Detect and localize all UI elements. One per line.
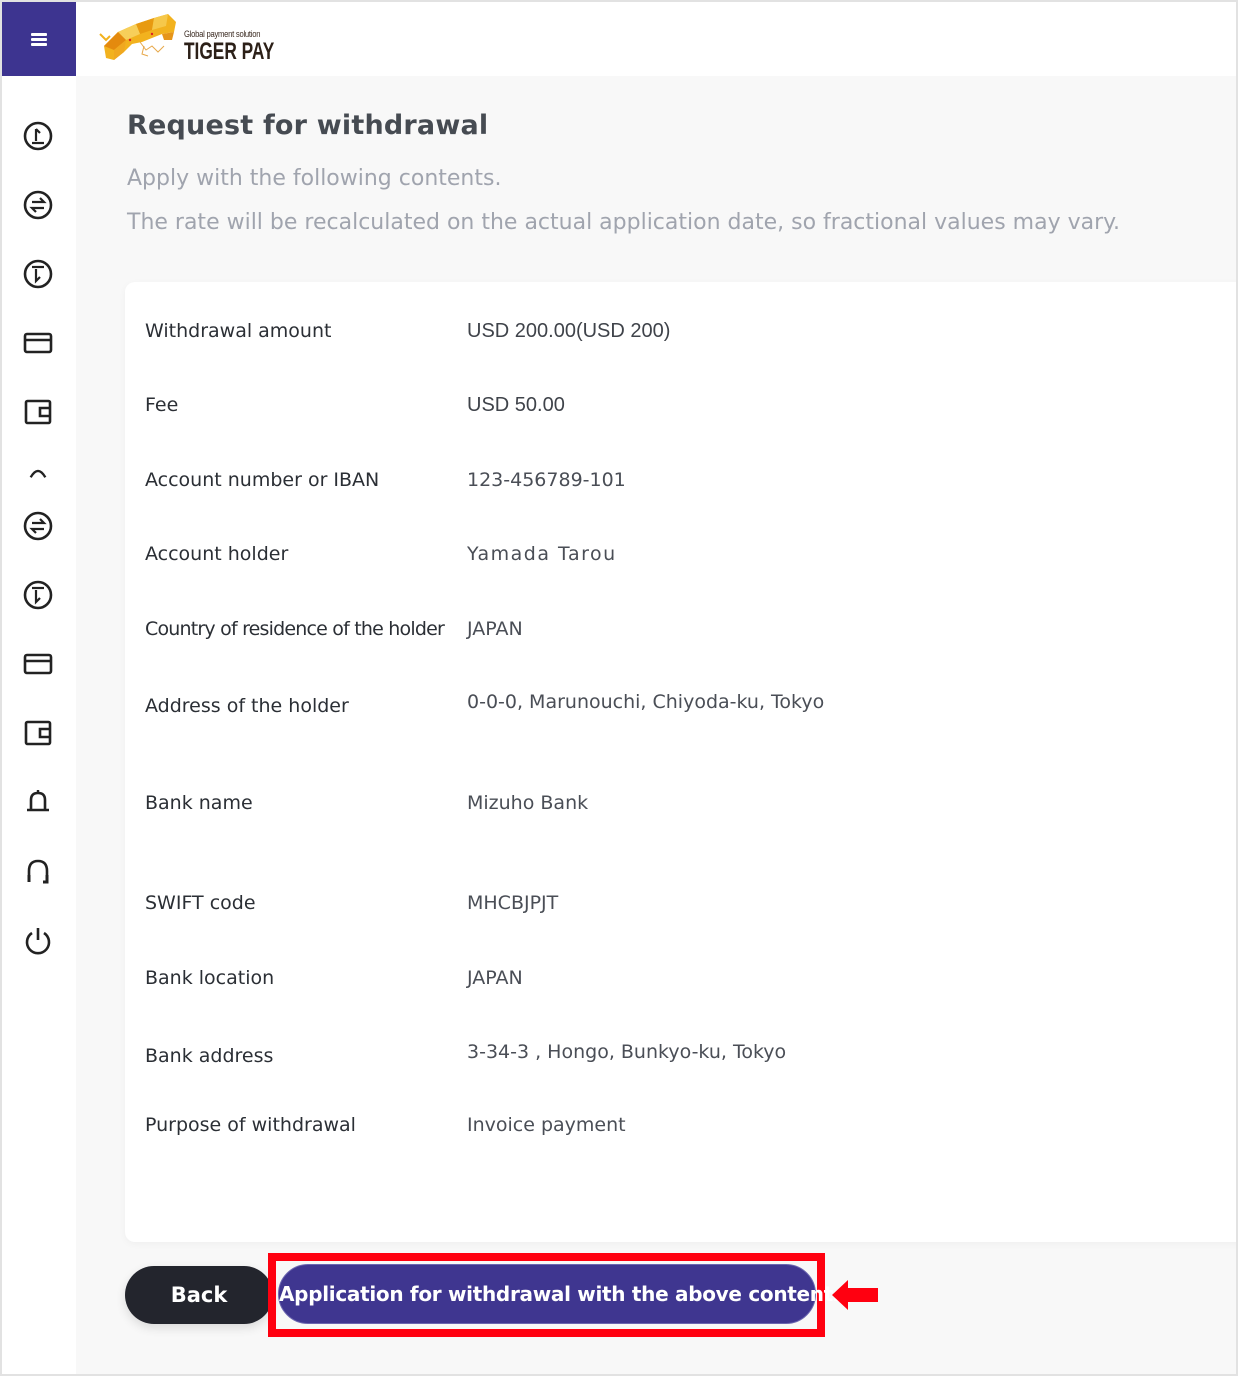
sidebar-item-notifications[interactable] <box>20 784 56 820</box>
detail-value: MHCBJPJT <box>467 892 559 914</box>
wallet-icon <box>24 720 52 746</box>
detail-row-holder-country: Country of residence of the holder JAPAN <box>145 618 1236 648</box>
sidebar-collapse-toggle[interactable] <box>20 458 56 482</box>
hamburger-menu-button[interactable] <box>2 2 76 76</box>
detail-label: Account holder <box>145 543 289 565</box>
detail-row-account-number: Account number or IBAN 123-456789-101 <box>145 469 1236 499</box>
tiger-logo-icon <box>99 14 176 60</box>
detail-row-bank-location: Bank location JAPAN <box>145 967 1236 997</box>
detail-value: JAPAN <box>467 967 523 989</box>
detail-label: Bank name <box>145 792 253 814</box>
detail-value: USD 200.00(USD 200) <box>467 320 671 342</box>
sidebar-item-card-2[interactable] <box>20 646 56 682</box>
detail-label: SWIFT code <box>145 892 256 914</box>
sidebar-item-logout[interactable] <box>20 922 56 958</box>
exchange-icon <box>23 190 53 220</box>
hamburger-menu-icon <box>31 32 47 46</box>
detail-value: 3-34-3 , Hongo, Bunkyo-ku, Tokyo <box>467 1041 787 1063</box>
withdrawal-details-card: Withdrawal amount USD 200.00(USD 200) Fe… <box>125 282 1236 1242</box>
detail-value: Mizuho Bank <box>467 792 589 814</box>
sidebar-item-withdraw-2[interactable] <box>20 577 56 613</box>
detail-label: Country of residence of the holder <box>145 618 445 640</box>
page-title: Request for withdrawal <box>127 110 489 141</box>
top-bar: Global payment solution TIGER PAY <box>2 2 1236 76</box>
sidebar-item-wallet-2[interactable] <box>20 715 56 751</box>
detail-row-swift-code: SWIFT code MHCBJPJT <box>145 892 1236 922</box>
card-icon <box>23 332 53 354</box>
detail-label: Address of the holder <box>145 695 349 717</box>
detail-label: Bank address <box>145 1045 274 1067</box>
card-icon <box>23 653 53 675</box>
detail-row-bank-address: Bank address 3-34-3 , Hongo, Bunkyo-ku, … <box>145 1041 1236 1075</box>
left-arrow-icon <box>832 1280 878 1310</box>
detail-row-bank-name: Bank name Mizuho Bank <box>145 792 1236 822</box>
main-content: Request for withdrawal Apply with the fo… <box>76 76 1236 1374</box>
logo-brand: TIGER PAY <box>184 38 275 65</box>
detail-row-holder-address: Address of the holder 0-0-0, Marunouchi,… <box>145 691 1236 725</box>
detail-label: Fee <box>145 394 179 416</box>
collapse-up-icon <box>29 469 47 478</box>
subtitle-instructions: Apply with the following contents. <box>127 166 502 191</box>
sidebar-item-card[interactable] <box>20 325 56 361</box>
detail-value: JAPAN <box>467 618 523 640</box>
detail-row-fee: Fee USD 50.00 <box>145 394 1236 424</box>
detail-row-account-holder: Account holder Yamada Tarou <box>145 543 1236 573</box>
detail-value: 0-0-0, Marunouchi, Chiyoda-ku, Tokyo <box>467 691 825 713</box>
exchange-icon <box>23 511 53 541</box>
detail-value: 123-456789-101 <box>467 469 626 491</box>
power-icon <box>25 928 51 955</box>
headset-icon <box>27 859 49 884</box>
detail-label: Withdrawal amount <box>145 320 332 342</box>
detail-row-withdrawal-amount: Withdrawal amount USD 200.00(USD 200) <box>145 320 1236 350</box>
detail-label: Purpose of withdrawal <box>145 1114 356 1136</box>
sidebar-item-wallet[interactable] <box>20 394 56 430</box>
bell-icon <box>27 790 49 812</box>
detail-label: Bank location <box>145 967 275 989</box>
sidebar-item-exchange[interactable] <box>20 187 56 223</box>
detail-value: Yamada Tarou <box>467 543 617 565</box>
sidebar-item-withdraw[interactable] <box>20 256 56 292</box>
deposit-icon <box>23 121 53 151</box>
subtitle-rate-notice: The rate will be recalculated on the act… <box>127 210 1121 235</box>
wallet-icon <box>24 399 52 425</box>
detail-value: Invoice payment <box>467 1114 626 1136</box>
apply-withdrawal-button[interactable]: Application for withdrawal with the abov… <box>278 1264 845 1324</box>
detail-label: Account number or IBAN <box>145 469 380 491</box>
withdraw-icon <box>23 580 53 610</box>
sidebar-item-exchange-2[interactable] <box>20 508 56 544</box>
back-button[interactable]: Back <box>125 1266 273 1324</box>
detail-value: USD 50.00 <box>467 394 565 416</box>
detail-row-purpose: Purpose of withdrawal Invoice payment <box>145 1114 1236 1144</box>
sidebar-item-support[interactable] <box>20 853 56 889</box>
app-frame: Global payment solution TIGER PAY Reques… <box>0 0 1238 1376</box>
sidebar <box>2 76 76 1374</box>
withdraw-icon <box>23 259 53 289</box>
sidebar-item-deposit[interactable] <box>20 118 56 154</box>
tiger-pay-logo[interactable]: Global payment solution TIGER PAY <box>96 10 276 68</box>
